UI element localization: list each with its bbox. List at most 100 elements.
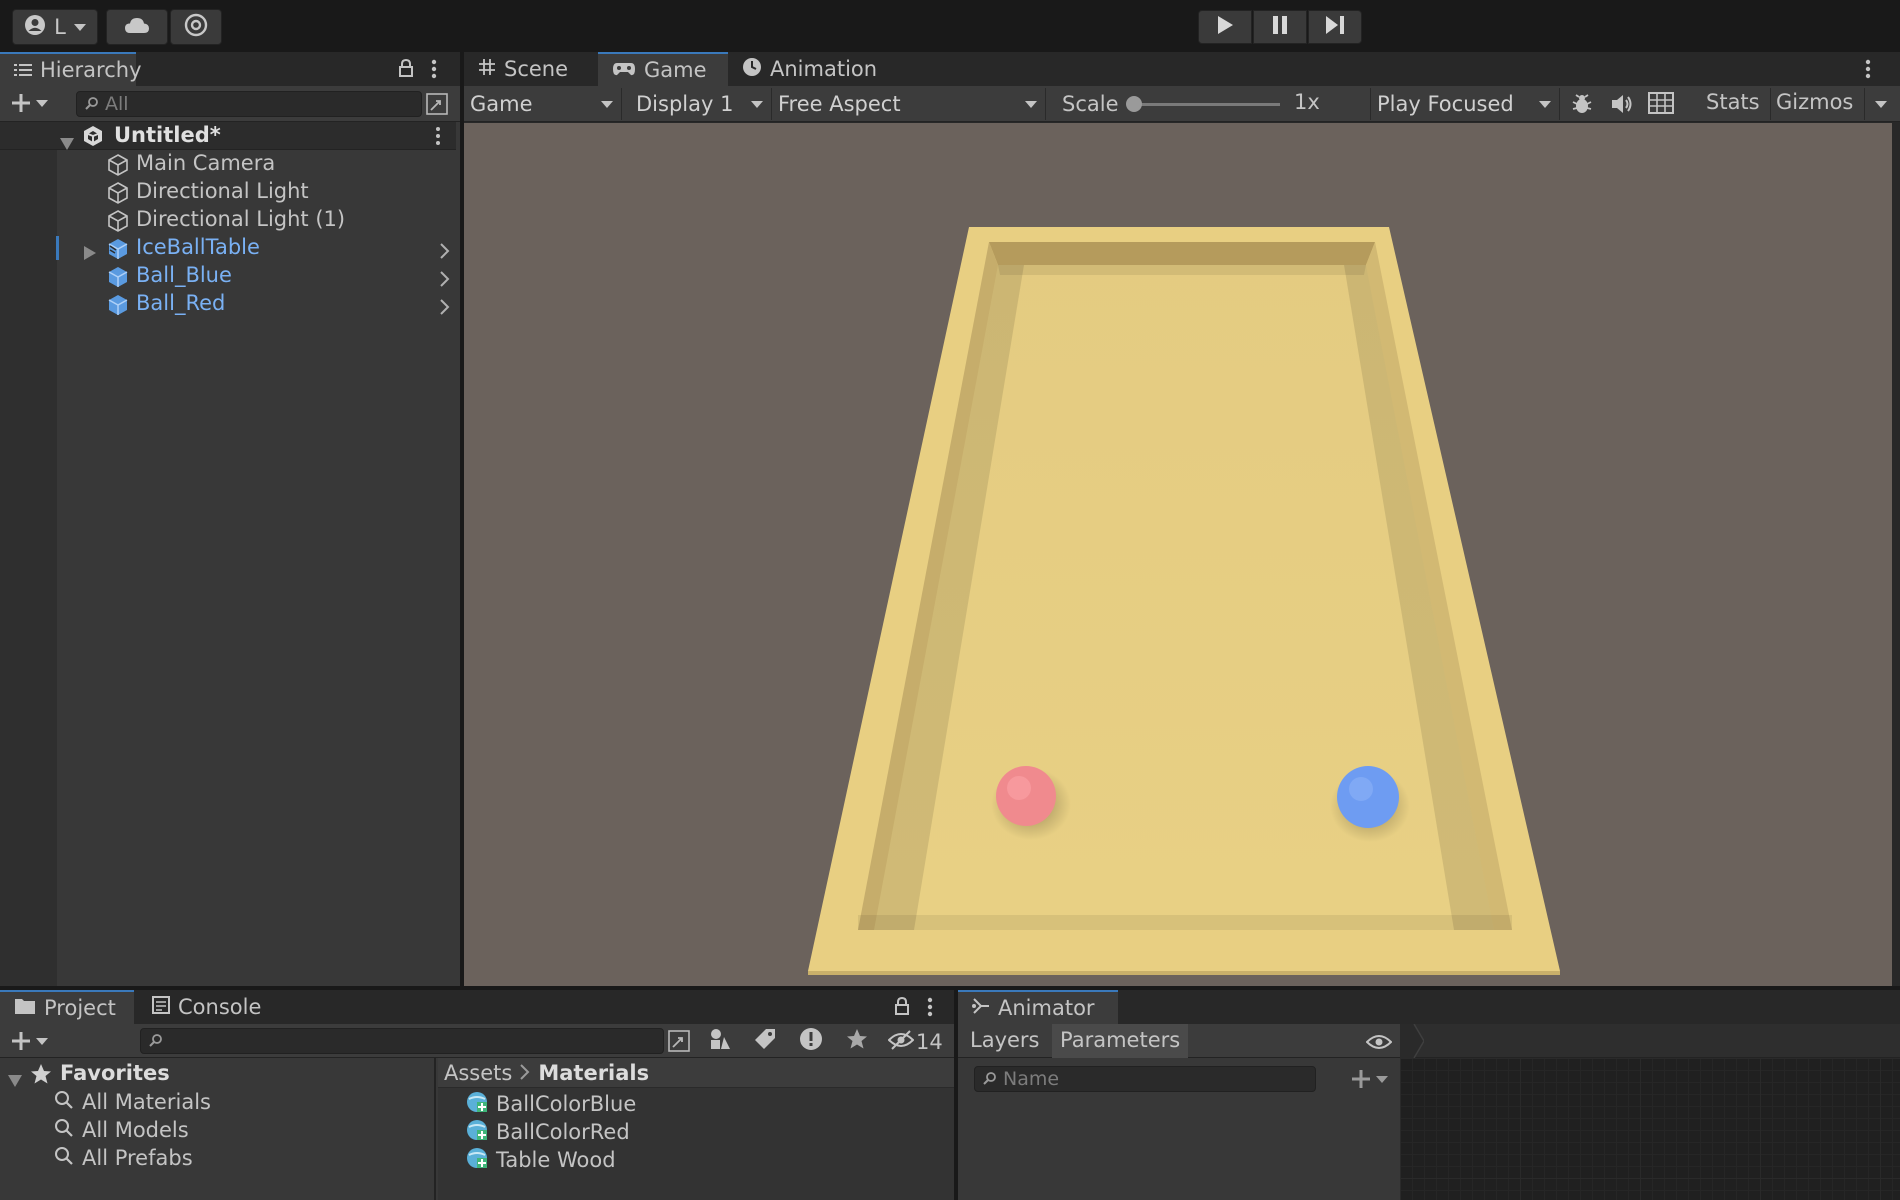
account-dropdown[interactable]: L	[12, 9, 98, 45]
hierarchy-item-ball-red[interactable]: Ball_Red	[0, 290, 456, 318]
project-toolbar: 14	[0, 1024, 954, 1058]
favorite-item[interactable]: All Prefabs	[54, 1144, 193, 1172]
display-select[interactable]: Display 1	[630, 88, 772, 120]
hierarchy-panel: Hierarchy All Untitled* Main Camera Dire…	[0, 52, 460, 986]
kebab-menu-icon[interactable]	[430, 58, 438, 85]
hierarchy-toolbar: All	[0, 86, 460, 122]
hierarchy-item-iceballtable[interactable]: IceBallTable	[0, 234, 456, 262]
filter-by-type-warning-button[interactable]	[791, 1024, 831, 1058]
chevron-down-icon	[73, 23, 86, 31]
project-tabbar: Project Console	[0, 990, 954, 1024]
hierarchy-search-input[interactable]: All	[76, 91, 422, 117]
search-options-icon[interactable]	[426, 93, 448, 120]
asset-item[interactable]: Table Wood	[466, 1146, 616, 1174]
bug-icon[interactable]	[1570, 92, 1594, 121]
view-select[interactable]: Game	[464, 88, 622, 120]
hierarchy-item-label: Ball_Red	[136, 291, 226, 315]
tab-label: Hierarchy	[40, 58, 142, 82]
tab-game[interactable]: Game	[598, 52, 728, 86]
scene-row[interactable]: Untitled*	[0, 122, 456, 150]
favorites-row[interactable]: Favorites	[0, 1060, 434, 1088]
services-button[interactable]	[170, 9, 222, 45]
asset-item[interactable]: BallColorBlue	[466, 1090, 636, 1118]
animator-sidebar: Layers Parameters Name	[958, 1024, 1400, 1200]
tag-icon	[754, 1028, 776, 1055]
tab-label: Game	[644, 58, 707, 82]
chevron-right-icon[interactable]	[440, 240, 450, 264]
tab-parameters[interactable]: Parameters	[1052, 1024, 1189, 1058]
tab-label: Console	[178, 995, 262, 1019]
chevron-down-icon	[36, 1037, 48, 1045]
gizmos-dropdown-icon[interactable]	[1875, 101, 1887, 108]
animator-sidebar-tabs: Layers Parameters	[958, 1024, 1400, 1058]
animator-graph-canvas[interactable]	[1400, 1058, 1900, 1200]
grid-layout-icon[interactable]	[1648, 92, 1674, 119]
lock-icon[interactable]	[894, 996, 910, 1021]
play-mode-select[interactable]: Play Focused	[1370, 88, 1560, 120]
tab-console[interactable]: Console	[138, 990, 278, 1024]
speaker-icon[interactable]	[1610, 92, 1634, 121]
pause-button[interactable]	[1253, 10, 1307, 44]
hidden-packages-toggle[interactable]: 14	[887, 1026, 943, 1058]
chevron-right-icon	[520, 1061, 530, 1085]
account-icon	[24, 14, 46, 41]
console-icon	[152, 995, 170, 1019]
tab-label: Project	[44, 996, 116, 1020]
asset-item[interactable]: BallColorRed	[466, 1118, 630, 1146]
material-icon	[466, 1147, 488, 1174]
tab-hierarchy[interactable]: Hierarchy	[0, 52, 142, 86]
filter-by-type-button[interactable]	[700, 1024, 740, 1058]
chevron-right-icon[interactable]	[440, 268, 450, 292]
kebab-menu-icon[interactable]	[1864, 58, 1872, 85]
create-button[interactable]	[10, 1030, 48, 1052]
breadcrumb-root[interactable]: Assets	[444, 1061, 512, 1085]
favorites-label: Favorites	[60, 1061, 170, 1085]
tab-animation[interactable]: Animation	[728, 52, 888, 86]
animator-tabbar: Animator	[958, 990, 1900, 1024]
stats-button[interactable]: Stats	[1706, 90, 1760, 114]
chevron-right-icon[interactable]	[440, 296, 450, 320]
divider	[1770, 88, 1771, 120]
tab-layers[interactable]: Layers	[964, 1028, 1046, 1052]
gizmos-button[interactable]: Gizmos	[1776, 90, 1853, 114]
hierarchy-item-label: Directional Light	[136, 179, 309, 203]
scale-slider-track[interactable]	[1130, 103, 1280, 106]
favorite-item[interactable]: All Models	[54, 1116, 189, 1144]
tab-scene[interactable]: Scene	[464, 52, 598, 86]
project-search-input[interactable]	[140, 1028, 664, 1054]
cloud-button[interactable]	[106, 9, 168, 45]
animator-breadcrumb-bar	[1400, 1023, 1900, 1059]
favorite-button[interactable]	[837, 1024, 877, 1058]
gamepad-icon	[612, 58, 636, 82]
hierarchy-item-ball-blue[interactable]: Ball_Blue	[0, 262, 456, 290]
kebab-menu-icon[interactable]	[926, 996, 934, 1023]
hierarchy-item-main-camera[interactable]: Main Camera	[0, 150, 456, 178]
plus-icon	[1352, 1070, 1370, 1088]
asset-label: Table Wood	[496, 1148, 616, 1172]
favorite-item[interactable]: All Materials	[54, 1088, 211, 1116]
aspect-select[interactable]: Free Aspect	[772, 88, 1046, 120]
search-icon	[85, 93, 99, 115]
add-parameter-button[interactable]	[1350, 1068, 1388, 1090]
lock-icon[interactable]	[398, 58, 414, 83]
filter-by-label-button[interactable]	[745, 1024, 785, 1058]
scene-name: Untitled*	[114, 123, 221, 147]
hidden-count: 14	[916, 1030, 943, 1054]
expand-arrow-icon[interactable]	[8, 1068, 22, 1092]
kebab-menu-icon[interactable]	[434, 126, 442, 151]
game-viewport[interactable]	[464, 123, 1892, 986]
eye-icon[interactable]	[1365, 1032, 1393, 1056]
add-button[interactable]	[10, 92, 48, 114]
search-options-icon[interactable]	[668, 1030, 690, 1057]
hierarchy-item-directional-light[interactable]: Directional Light	[0, 178, 456, 206]
tab-animator[interactable]: Animator	[958, 990, 1118, 1024]
parameter-search-input[interactable]: Name	[974, 1066, 1316, 1092]
scale-slider-thumb[interactable]	[1126, 96, 1142, 112]
breadcrumb-current[interactable]: Materials	[538, 1061, 649, 1085]
hierarchy-item-directional-light-1[interactable]: Directional Light (1)	[0, 206, 456, 234]
table-front-face	[808, 971, 1560, 975]
step-button[interactable]	[1308, 10, 1362, 44]
prefab-icon	[106, 293, 130, 322]
tab-project[interactable]: Project	[0, 990, 134, 1024]
play-button[interactable]	[1198, 10, 1252, 44]
